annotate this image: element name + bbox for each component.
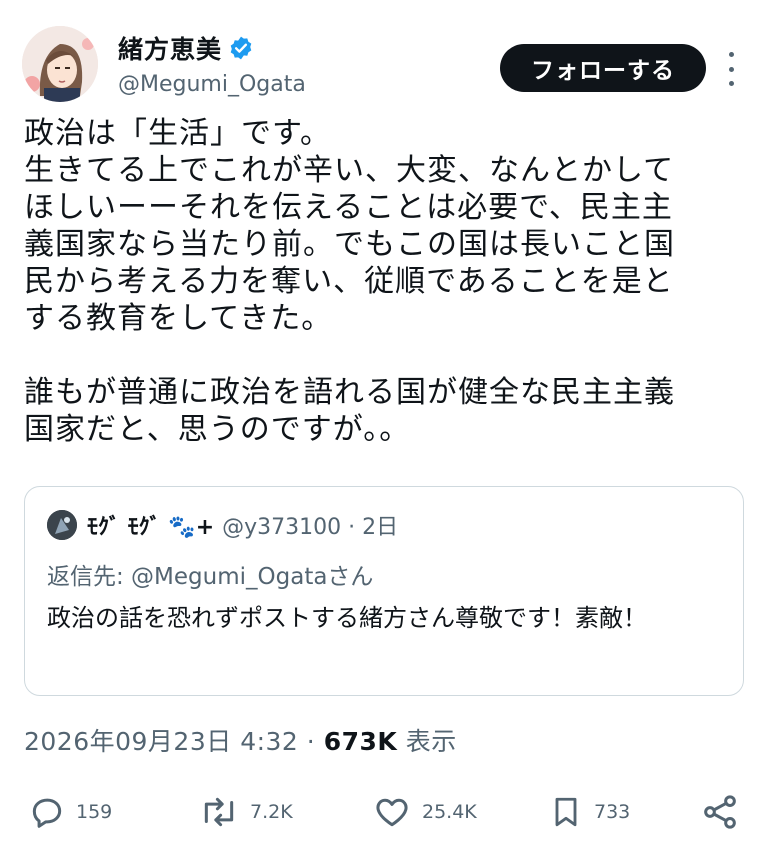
reply-count: 159 (76, 801, 113, 823)
post-text: 政治は「生活」です。 生きてる上でこれが辛い、大変、なんとかして ほしいーーそれ… (24, 116, 675, 447)
repost-count: 7.2K (250, 801, 293, 823)
quote-text: 政治の話を恐れずポストする緒方さん尊敬です！素敵！ (47, 604, 647, 632)
follow-button[interactable]: フォローする (500, 44, 706, 92)
author-handle[interactable]: @Megumi_Ogata (118, 72, 306, 97)
view-count: 673K (323, 727, 398, 756)
quote-handle-time[interactable]: @y373100 · 2日 (222, 509, 398, 541)
repost-icon (204, 797, 234, 827)
view-label: 表示 (397, 727, 457, 756)
action-bar: 159 7.2K 25.4K 733 (28, 790, 748, 834)
like-button[interactable]: 25.4K (372, 790, 477, 834)
bookmark-icon (555, 797, 577, 827)
quoted-reply-card[interactable]: ﾓｸﾞ ﾓｸﾞ 🐾+ @y373100 · 2日 返信先: @Megumi_Og… (24, 486, 744, 696)
post-header: 緒方恵美 @Megumi_Ogata フォローする (22, 24, 746, 104)
author-name[interactable]: 緒方恵美 (118, 30, 222, 66)
more-options-icon[interactable] (722, 52, 740, 86)
quote-avatar[interactable] (47, 510, 77, 540)
author-avatar[interactable] (22, 26, 98, 102)
reply-icon (32, 798, 62, 828)
repost-button[interactable]: 7.2K (198, 790, 293, 834)
quote-header: ﾓｸﾞ ﾓｸﾞ 🐾+ @y373100 · 2日 (47, 509, 398, 541)
verified-badge-icon (230, 36, 252, 60)
bookmark-count: 733 (594, 801, 631, 823)
like-count: 25.4K (422, 801, 477, 823)
quote-author-name[interactable]: ﾓｸﾞ ﾓｸﾞ 🐾+ (87, 509, 214, 541)
author-name-row[interactable]: 緒方恵美 (118, 30, 254, 66)
timestamp-date[interactable]: 2026年09月23日 4:32 · (24, 727, 324, 756)
bookmark-button[interactable]: 733 (548, 790, 630, 834)
share-icon[interactable] (700, 792, 740, 832)
heart-icon (376, 798, 408, 827)
reply-button[interactable]: 159 (28, 790, 112, 834)
reply-to-label: 返信先: @Megumi_Ogataさん (47, 564, 374, 590)
post-timestamp: 2026年09月23日 4:32 · 673K 表示 (24, 722, 457, 758)
